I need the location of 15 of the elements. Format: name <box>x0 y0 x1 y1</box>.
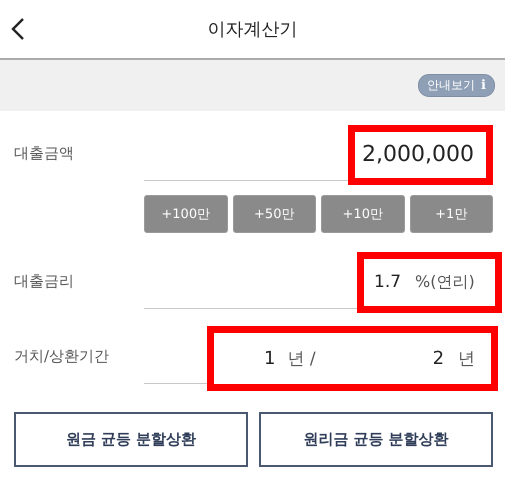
field-label: 거치/상환기간 <box>14 346 110 366</box>
unit-label: 년 <box>458 348 476 370</box>
rate-value[interactable]: 1.7 <box>374 272 402 292</box>
amount-value[interactable]: 2,000,000 <box>362 142 474 167</box>
back-icon[interactable] <box>10 17 26 41</box>
page-title: 이자계산기 <box>208 18 298 41</box>
unit-label: %(연리) <box>415 272 475 292</box>
field-label: 대출금리 <box>14 270 75 292</box>
repayment-method-button[interactable]: 원금 균등 분할상환 <box>14 412 248 467</box>
repayment-method-button[interactable]: 원리금 균등 분할상환 <box>259 412 493 467</box>
info-icon: i <box>481 78 486 93</box>
grace-years-value[interactable]: 1 <box>264 348 276 368</box>
repay-years-value[interactable]: 2 <box>432 348 444 368</box>
unit-label: 년 / <box>287 348 316 370</box>
field-label: 대출금액 <box>14 142 75 164</box>
